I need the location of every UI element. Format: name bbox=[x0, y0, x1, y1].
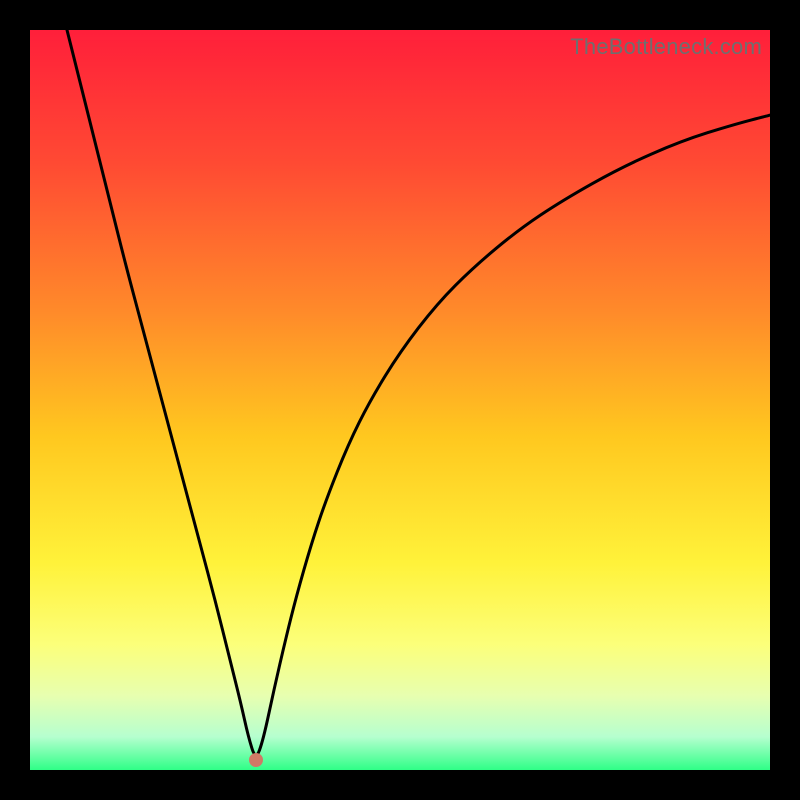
chart-plot bbox=[30, 30, 770, 770]
optimal-point-marker bbox=[249, 753, 263, 767]
watermark-text: TheBottleneck.com bbox=[570, 34, 762, 60]
gradient-background bbox=[30, 30, 770, 770]
chart-frame: TheBottleneck.com bbox=[30, 30, 770, 770]
